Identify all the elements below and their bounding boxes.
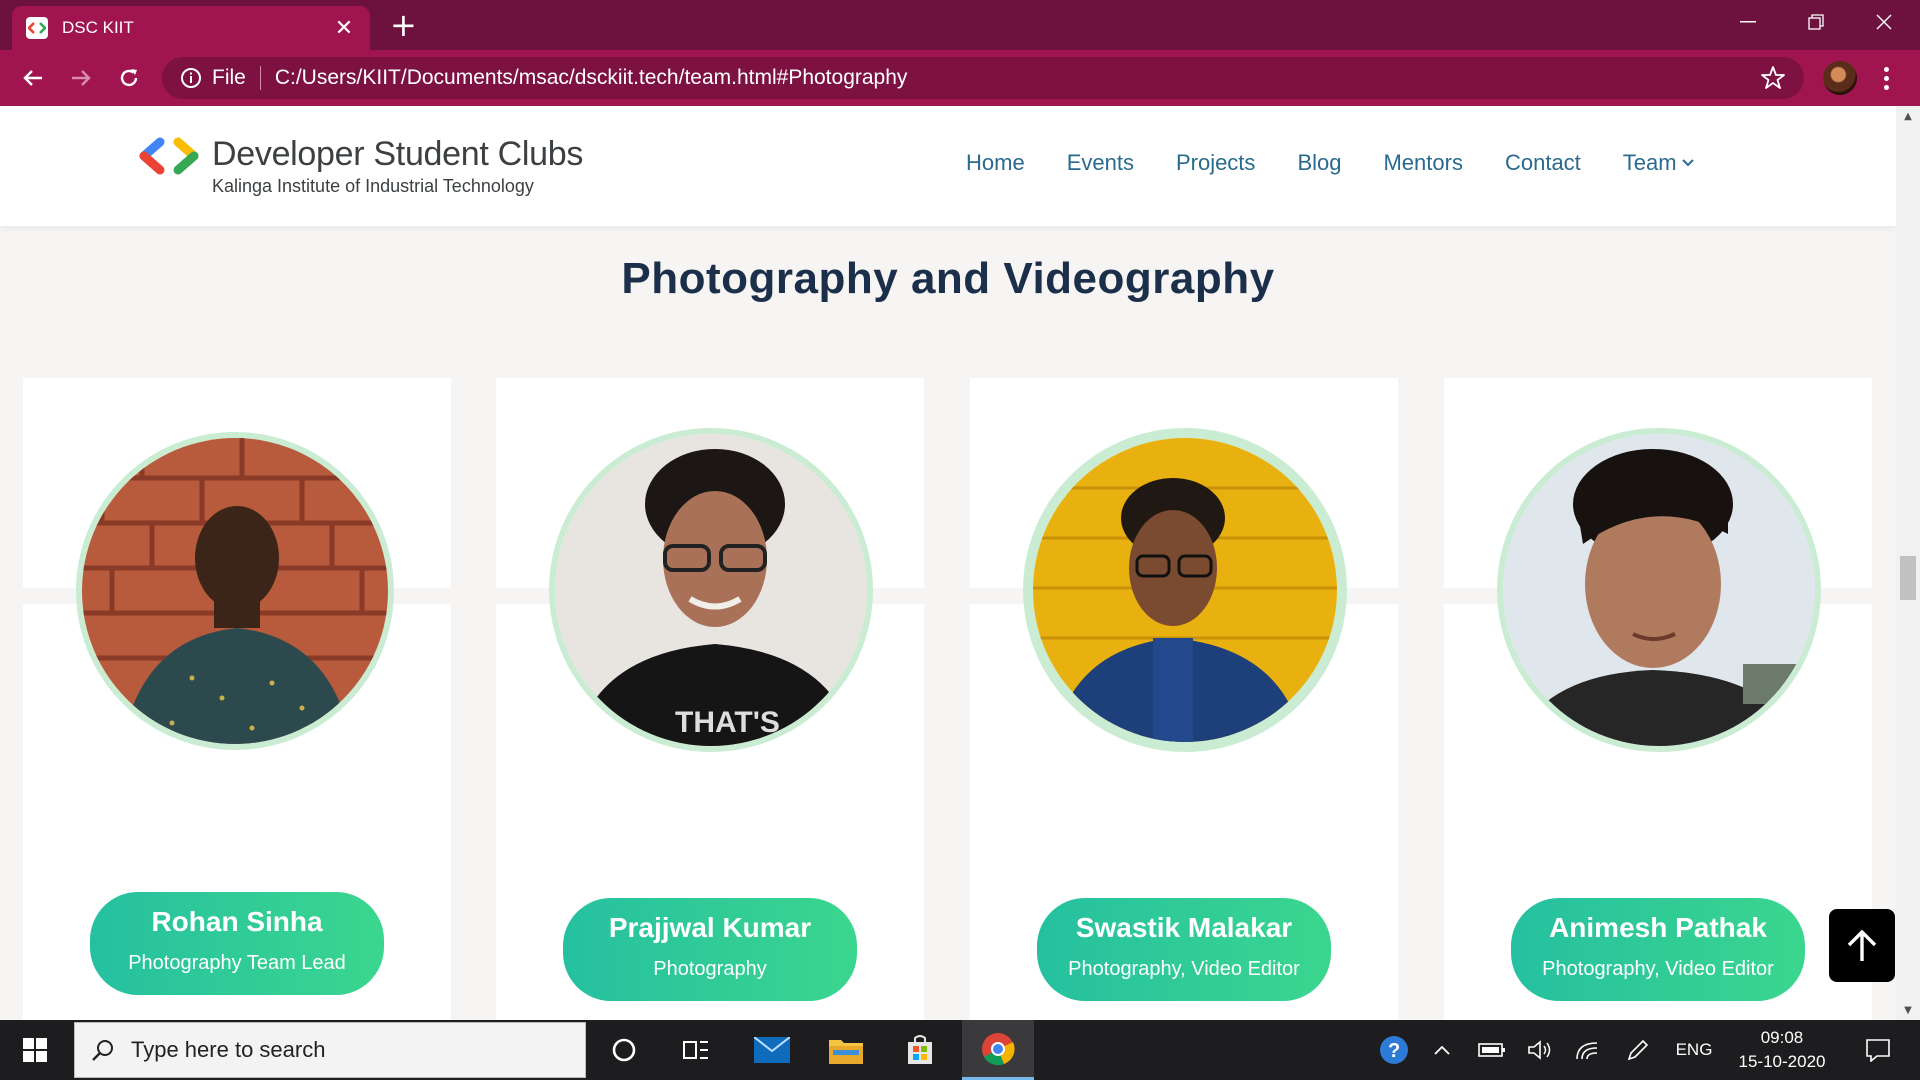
back-icon[interactable] bbox=[18, 63, 48, 93]
search-placeholder: Type here to search bbox=[131, 1037, 326, 1062]
member-name: Swastik Malakar bbox=[1075, 912, 1293, 943]
member-name-badge: Swastik Malakar Photography, Video Edito… bbox=[1037, 898, 1331, 1001]
new-tab-icon[interactable]: + bbox=[390, 8, 417, 42]
member-card: Rohan Sinha Photography Team Lead bbox=[23, 378, 451, 1020]
member-name: Animesh Pathak bbox=[1549, 912, 1767, 943]
taskbar: Type here to search ? ENG 09:08 15-10-20… bbox=[0, 1020, 1920, 1080]
page-scrollbar[interactable]: ▲ ▼ bbox=[1896, 106, 1920, 1020]
site-navbar: Developer Student Clubs Kalinga Institut… bbox=[0, 106, 1896, 226]
restore-icon[interactable] bbox=[1788, 0, 1844, 44]
pen-workspace-icon[interactable] bbox=[1620, 1020, 1656, 1080]
member-card: THAT'S Prajjwal Kumar Photography bbox=[496, 378, 924, 1020]
action-center-icon[interactable] bbox=[1850, 1020, 1906, 1080]
taskbar-clock[interactable]: 09:08 15-10-2020 bbox=[1730, 1026, 1834, 1074]
member-photo bbox=[1497, 428, 1821, 752]
browser-tab[interactable]: DSC KIIT ✕ bbox=[12, 6, 370, 50]
microsoft-store-icon[interactable] bbox=[884, 1020, 956, 1080]
member-name-badge: Animesh Pathak Photography, Video Editor bbox=[1511, 898, 1805, 1001]
brand-name: Developer Student Clubs bbox=[212, 135, 584, 173]
clock-time: 09:08 bbox=[1760, 1028, 1804, 1047]
browser-titlebar: DSC KIIT ✕ + bbox=[0, 0, 1920, 50]
page-viewport: Developer Student Clubs Kalinga Institut… bbox=[0, 106, 1896, 1020]
member-name: Prajjwal Kumar bbox=[608, 912, 812, 943]
nav-projects[interactable]: Projects bbox=[1176, 150, 1255, 176]
mail-icon[interactable] bbox=[736, 1020, 808, 1080]
show-hidden-icons-icon[interactable] bbox=[1424, 1020, 1460, 1080]
chrome-icon[interactable] bbox=[962, 1020, 1034, 1080]
clock-date: 15-10-2020 bbox=[1738, 1052, 1826, 1071]
nav-team-label: Team bbox=[1622, 150, 1677, 175]
nav-blog[interactable]: Blog bbox=[1297, 150, 1341, 176]
search-icon bbox=[92, 1040, 113, 1061]
tab-title: DSC KIIT bbox=[62, 18, 134, 37]
nav-mentors[interactable]: Mentors bbox=[1383, 150, 1462, 176]
taskbar-search-box[interactable]: Type here to search bbox=[74, 1022, 586, 1078]
brand-subtitle: Kalinga Institute of Industrial Technolo… bbox=[212, 176, 534, 196]
scroll-down-icon[interactable]: ▼ bbox=[1896, 1000, 1920, 1020]
file-explorer-icon[interactable] bbox=[810, 1020, 882, 1080]
scrollbar-thumb[interactable] bbox=[1900, 556, 1916, 600]
nav-contact[interactable]: Contact bbox=[1505, 150, 1581, 176]
scheme-label: File bbox=[212, 66, 246, 89]
member-photo: THAT'S bbox=[549, 428, 873, 752]
nav-home[interactable]: Home bbox=[966, 150, 1025, 176]
url-text[interactable]: C:/Users/KIIT/Documents/msac/dsckiit.tec… bbox=[275, 66, 1760, 90]
member-card: Animesh Pathak Photography, Video Editor bbox=[1444, 378, 1872, 1020]
nav-team-dropdown[interactable]: Team bbox=[1623, 150, 1695, 176]
input-language[interactable]: ENG bbox=[1666, 1020, 1722, 1080]
arrow-up-icon bbox=[1847, 929, 1877, 961]
forward-icon[interactable] bbox=[66, 63, 96, 93]
dsc-favicon-icon bbox=[26, 17, 48, 39]
member-card: Swastik Malakar Photography, Video Edito… bbox=[970, 378, 1398, 1020]
member-role: Photography bbox=[653, 958, 767, 980]
browser-menu-icon[interactable] bbox=[1874, 62, 1898, 94]
svg-text:?: ? bbox=[1388, 1040, 1400, 1062]
member-name-badge: Prajjwal Kumar Photography bbox=[563, 898, 857, 1001]
member-name-badge: Rohan Sinha Photography Team Lead bbox=[90, 892, 384, 995]
member-photo bbox=[76, 432, 394, 750]
volume-icon[interactable] bbox=[1522, 1020, 1558, 1080]
cortana-icon[interactable] bbox=[588, 1020, 660, 1080]
info-icon[interactable] bbox=[180, 67, 202, 89]
minimize-icon[interactable] bbox=[1720, 0, 1776, 44]
task-view-icon[interactable] bbox=[660, 1020, 732, 1080]
nav-events[interactable]: Events bbox=[1067, 150, 1134, 176]
help-icon[interactable]: ? bbox=[1374, 1020, 1414, 1080]
battery-icon[interactable] bbox=[1474, 1020, 1510, 1080]
scroll-up-icon[interactable]: ▲ bbox=[1896, 106, 1920, 126]
shirt-print: THAT'S bbox=[675, 706, 780, 739]
member-role: Photography, Video Editor bbox=[1542, 958, 1774, 980]
scroll-to-top-button[interactable] bbox=[1829, 909, 1895, 982]
dsc-logo-icon bbox=[139, 137, 199, 175]
close-window-icon[interactable] bbox=[1856, 0, 1912, 44]
member-photo bbox=[1023, 428, 1347, 752]
omnibox-divider bbox=[259, 66, 261, 90]
address-bar[interactable]: File C:/Users/KIIT/Documents/msac/dsckii… bbox=[162, 57, 1804, 99]
member-role: Photography, Video Editor bbox=[1068, 958, 1300, 980]
wifi-icon[interactable] bbox=[1570, 1020, 1606, 1080]
browser-toolbar: File C:/Users/KIIT/Documents/msac/dsckii… bbox=[0, 50, 1920, 106]
member-role: Photography Team Lead bbox=[128, 952, 346, 974]
profile-avatar[interactable] bbox=[1823, 61, 1857, 95]
language-label: ENG bbox=[1675, 1040, 1713, 1059]
section-title: Photography and Videography bbox=[621, 254, 1275, 303]
tab-close-icon[interactable]: ✕ bbox=[332, 16, 356, 41]
site-nav: Home Events Projects Blog Mentors Contac… bbox=[966, 150, 1737, 176]
site-brand[interactable]: Developer Student Clubs Kalinga Institut… bbox=[138, 134, 583, 197]
windows-start-icon[interactable] bbox=[0, 1020, 70, 1080]
bookmark-star-icon[interactable] bbox=[1760, 65, 1786, 91]
reload-icon[interactable] bbox=[114, 63, 144, 93]
chevron-down-icon bbox=[1681, 159, 1694, 167]
member-name: Rohan Sinha bbox=[151, 906, 323, 937]
